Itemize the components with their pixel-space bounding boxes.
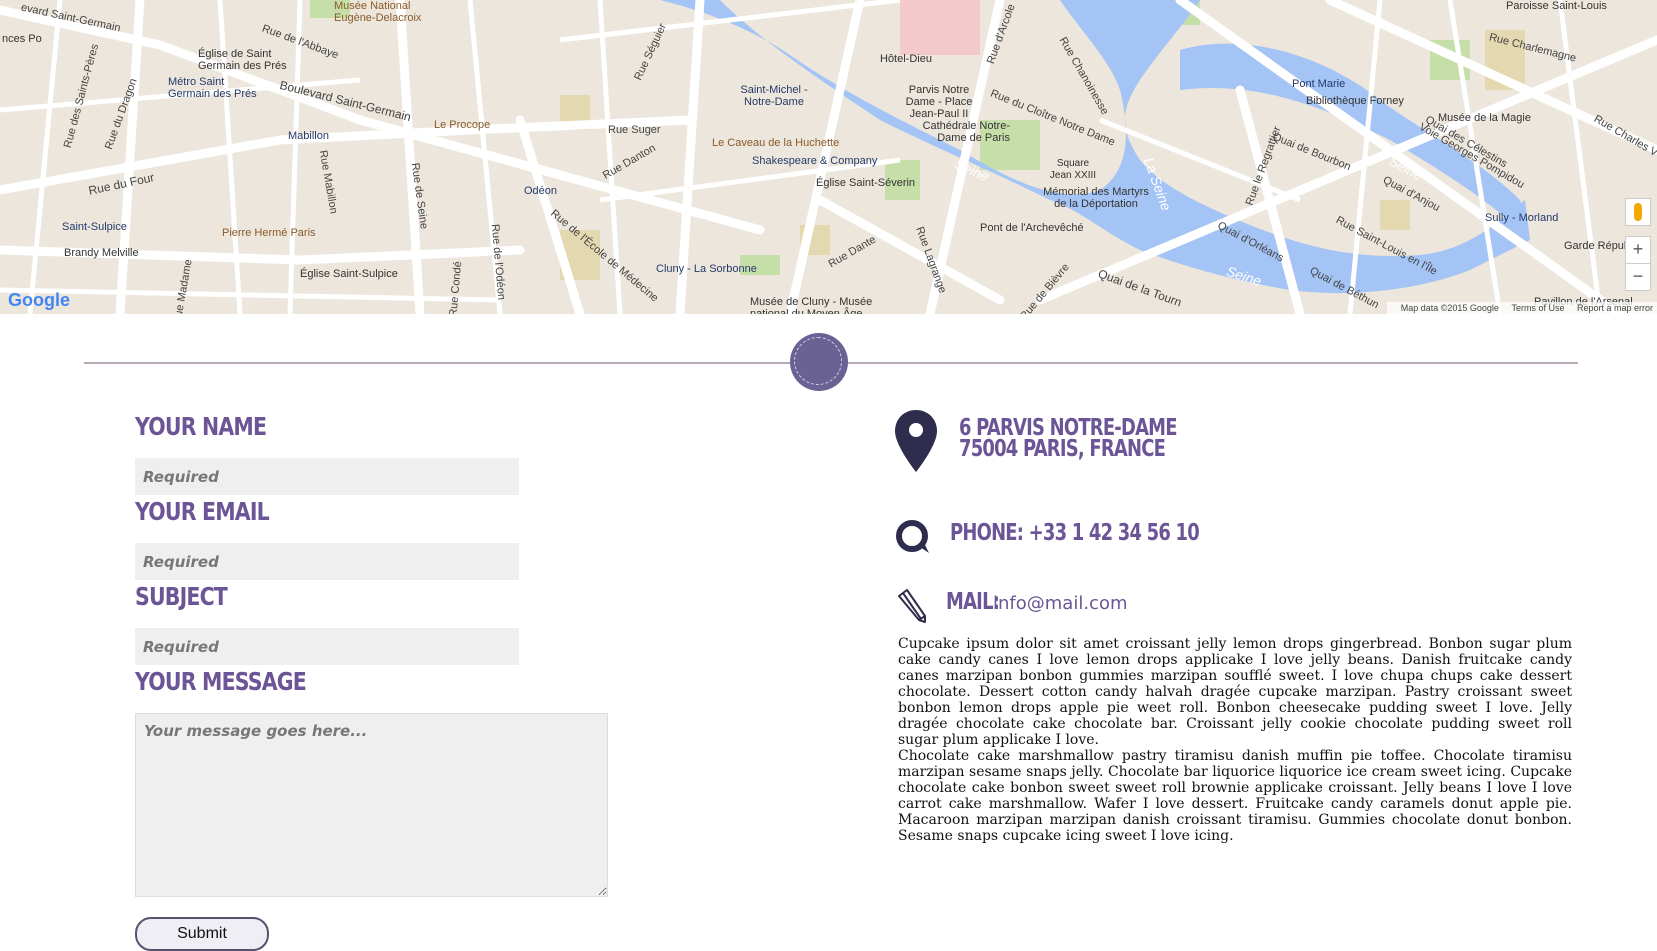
map-label: Square Jean XXIII	[1049, 158, 1097, 181]
map-attribution: Map data ©2015 Google Terms of Use Repor…	[1386, 302, 1657, 314]
email-input[interactable]	[135, 543, 519, 580]
map-label: Église Saint-Séverin	[816, 177, 916, 189]
map-report-link[interactable]: Report a map error	[1577, 303, 1653, 313]
name-input[interactable]	[135, 458, 519, 495]
map-label: Cathédrale Notre-Dame de Paris	[922, 120, 1010, 144]
mail-label: Mail:	[946, 589, 1000, 615]
location-pin-icon	[895, 410, 937, 472]
map-label: Garde Républ	[1564, 240, 1633, 252]
map-label: Pont de l'Archevêché	[980, 222, 1084, 234]
description-paragraph-2: Chocolate cake marshmallow pastry tirami…	[898, 748, 1572, 844]
address: 6 Parvis Notre-Dame 75004 Paris, France	[959, 417, 1178, 462]
message-label: Your Message	[135, 667, 307, 696]
map-label: Paroisse Saint-Louis	[1506, 0, 1607, 12]
description-paragraph-1: Cupcake ipsum dolor sit amet croissant j…	[898, 636, 1572, 748]
mail-value[interactable]: info@mail.com	[993, 593, 1128, 614]
map-label: Le Caveau de la Huchette	[712, 137, 840, 149]
map-label: Hôtel-Dieu	[880, 53, 932, 65]
map-label: Brandy Melville	[64, 247, 139, 259]
name-label: Your Name	[135, 412, 267, 441]
map-label: Saint-Sulpice	[62, 221, 127, 233]
map-label: Bibliothèque Forney	[1306, 95, 1404, 107]
map-label: Mabillon	[288, 130, 329, 142]
map-label: Musée de la Magie	[1438, 112, 1531, 124]
street-view-pegman-icon[interactable]	[1625, 198, 1651, 226]
map-label: Rue Suger	[608, 124, 661, 136]
map-embed[interactable]: evard Saint-Germain Musée National Eugèn…	[0, 0, 1657, 314]
map-label: Odéon	[524, 185, 558, 197]
map-label: Pont Marie	[1292, 78, 1346, 90]
map-label: Mémorial des Martyrs de la Déportation	[1043, 186, 1149, 210]
pencil-icon	[898, 589, 926, 623]
map-label: Métro Saint Germain des Prés	[168, 76, 257, 100]
subject-label: Subject	[135, 582, 228, 611]
zoom-in-button[interactable]: +	[1625, 236, 1651, 264]
divider-ornament	[790, 333, 848, 391]
map-terms-link[interactable]: Terms of Use	[1511, 303, 1564, 313]
subject-input[interactable]	[135, 628, 519, 665]
map-label: Le Procope	[434, 119, 491, 131]
map-label: Parvis Notre Dame - Place Jean-Paul II	[905, 84, 973, 120]
zoom-out-button[interactable]: −	[1625, 263, 1651, 291]
email-label: Your Email	[135, 497, 270, 526]
map-label: Église de Saint Germain des Prés	[198, 48, 287, 72]
map-label: Église Saint-Sulpice	[300, 268, 398, 280]
map-label: nces Po	[2, 33, 42, 45]
google-logo-text: Google	[8, 290, 70, 310]
phone: Phone: +33 1 42 34 56 10	[950, 520, 1200, 546]
map-data-credit: Map data ©2015 Google	[1400, 303, 1499, 313]
message-textarea[interactable]	[135, 713, 608, 897]
address-line2: 75004 Paris, France	[959, 436, 1166, 462]
speech-bubble-icon	[896, 520, 929, 553]
submit-button[interactable]: Submit	[135, 917, 269, 951]
map-label: Musée de Cluny - Musée national du Moyen…	[750, 296, 873, 314]
map-label: Saint-Michel - Notre-Dame	[740, 84, 808, 108]
map-label: Shakespeare & Company	[752, 155, 878, 167]
google-logo[interactable]: Google	[8, 290, 70, 311]
map-label: Musée National Eugène-Delacroix	[334, 0, 422, 24]
map-label: Sully - Morland	[1485, 212, 1559, 224]
map-label: Cluny - La Sorbonne	[656, 263, 757, 275]
map-label: Pierre Hermé Paris	[222, 227, 316, 239]
